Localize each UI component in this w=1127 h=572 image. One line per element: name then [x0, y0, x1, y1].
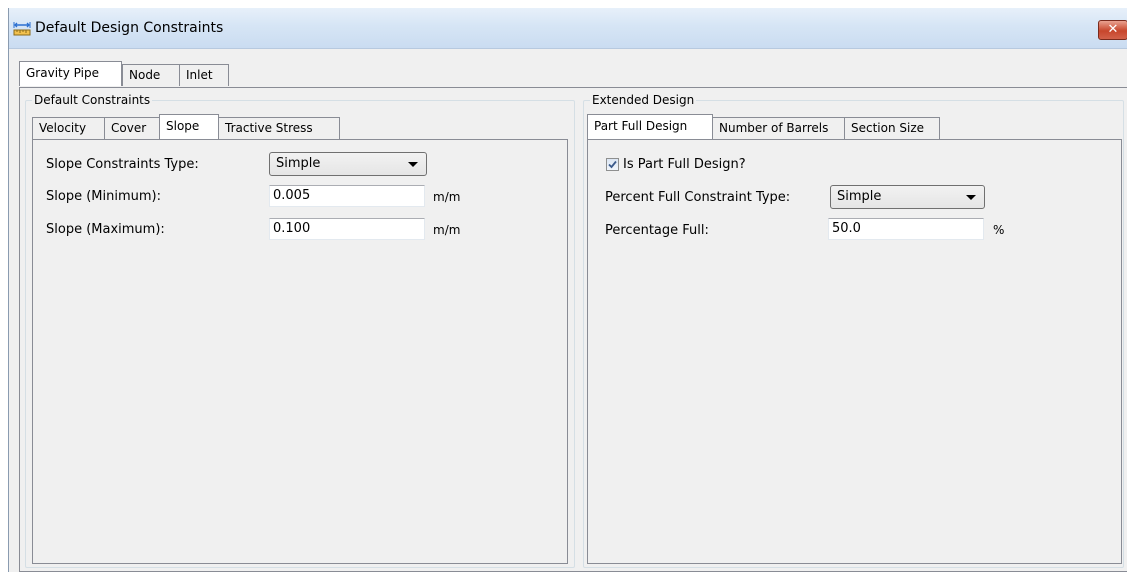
tab-part-full-design[interactable]: Part Full Design — [587, 114, 713, 139]
select-value: Simple — [276, 156, 321, 171]
checkmark-icon — [608, 160, 617, 169]
tab-label: Gravity Pipe — [26, 66, 99, 80]
percentage-full-label: Percentage Full: — [605, 223, 709, 238]
close-icon: ✕ — [1107, 22, 1119, 37]
gravity-pipe-panel: Default Constraints Velocity Cover Slope… — [19, 87, 1127, 572]
percentage-full-input[interactable]: 50.0 — [828, 218, 984, 240]
extended-design-group: Extended Design Part Full Design Number … — [583, 93, 1124, 568]
percentage-full-unit: % — [993, 223, 1005, 237]
default-constraints-group: Default Constraints Velocity Cover Slope… — [25, 93, 575, 568]
part-full-design-panel: Is Part Full Design? Percent Full Constr… — [587, 139, 1122, 564]
part-full-checkbox[interactable] — [606, 158, 619, 171]
slope-min-unit: m/m — [433, 190, 461, 204]
tab-label: Part Full Design — [594, 119, 688, 133]
tab-label: Tractive Stress — [225, 121, 313, 135]
slope-min-input[interactable]: 0.005 — [269, 185, 425, 207]
tab-inlet[interactable]: Inlet — [179, 64, 229, 86]
dialog-window: Default Design Constraints ✕ Gravity Pip… — [8, 8, 1127, 572]
slope-max-input[interactable]: 0.100 — [269, 218, 425, 240]
chevron-down-icon — [966, 195, 976, 200]
default-constraints-label: Default Constraints — [32, 93, 153, 107]
slope-max-unit: m/m — [433, 223, 461, 237]
tab-tractive-stress[interactable]: Tractive Stress — [218, 117, 340, 139]
tab-label: Velocity — [39, 121, 87, 135]
percent-type-label: Percent Full Constraint Type: — [605, 190, 791, 205]
tab-node[interactable]: Node — [122, 64, 180, 86]
select-value: Simple — [837, 189, 882, 204]
title-bar[interactable]: Default Design Constraints ✕ — [9, 8, 1127, 49]
tab-label: Cover — [111, 121, 147, 135]
window-title: Default Design Constraints — [35, 20, 224, 36]
close-button[interactable]: ✕ — [1098, 20, 1127, 40]
tab-number-of-barrels[interactable]: Number of Barrels — [712, 117, 845, 139]
part-full-checkbox-label: Is Part Full Design? — [623, 157, 746, 172]
slope-min-label: Slope (Minimum): — [46, 189, 161, 204]
tab-label: Node — [129, 68, 161, 82]
tab-slope[interactable]: Slope — [159, 114, 219, 139]
slope-type-select[interactable]: Simple — [269, 152, 427, 176]
percent-type-select[interactable]: Simple — [830, 185, 985, 209]
tab-label: Number of Barrels — [719, 121, 829, 135]
slope-panel: Slope Constraints Type: Simple Slope (Mi… — [32, 139, 568, 564]
slope-type-label: Slope Constraints Type: — [46, 157, 199, 172]
tab-velocity[interactable]: Velocity — [32, 117, 105, 139]
tab-gravity-pipe[interactable]: Gravity Pipe — [19, 61, 122, 86]
tab-section-size[interactable]: Section Size — [844, 117, 940, 139]
slope-max-label: Slope (Maximum): — [46, 222, 165, 237]
extended-design-label: Extended Design — [590, 93, 697, 107]
tab-label: Slope — [166, 119, 200, 133]
tab-label: Inlet — [186, 68, 213, 82]
tab-cover[interactable]: Cover — [104, 117, 160, 139]
ruler-icon — [13, 22, 31, 36]
tab-label: Section Size — [851, 121, 925, 135]
chevron-down-icon — [408, 162, 418, 167]
